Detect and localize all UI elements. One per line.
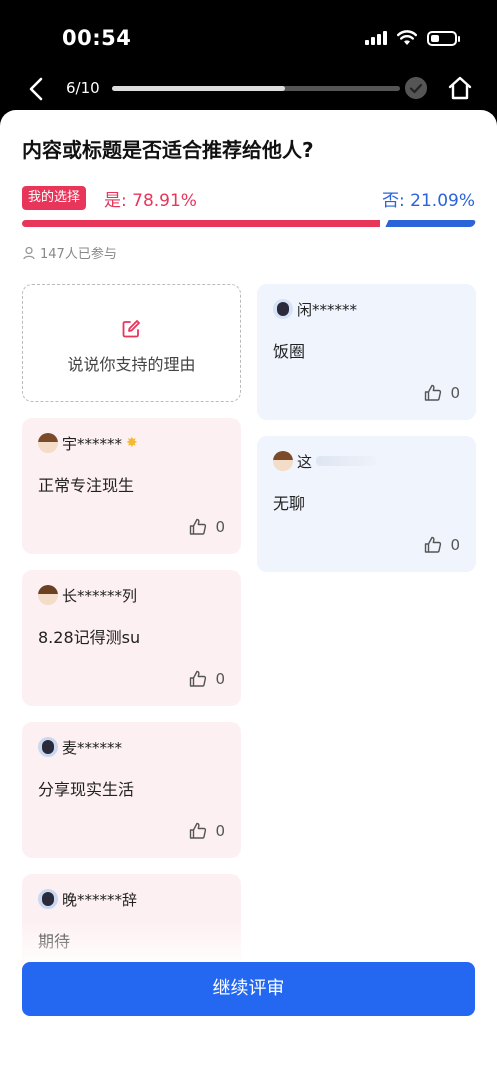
progress-bar xyxy=(112,86,400,91)
comment-card[interactable]: 这 无聊 0 xyxy=(257,436,476,572)
avatar xyxy=(273,451,293,471)
nav-bar: 6/10 xyxy=(0,70,497,110)
yes-percent: 78.91% xyxy=(132,191,197,211)
home-icon[interactable] xyxy=(446,74,474,102)
comment-user: 麦****** xyxy=(38,736,225,758)
no-percent: 21.09% xyxy=(410,191,475,211)
comment-user: 晚******辞 xyxy=(38,888,225,910)
like-count: 0 xyxy=(215,822,225,840)
comment-text: 无聊 xyxy=(273,494,306,513)
back-arrow-icon[interactable] xyxy=(22,74,52,104)
yes-result: 是: 78.91% xyxy=(104,186,197,211)
yes-label: 是: xyxy=(104,191,127,211)
like-button[interactable]: 0 xyxy=(424,536,460,554)
avatar xyxy=(273,299,293,319)
no-label: 否: xyxy=(382,191,405,211)
like-count: 0 xyxy=(450,384,460,402)
person-icon xyxy=(23,246,35,259)
comment-text: 正常专注现生 xyxy=(38,476,135,495)
check-circle-icon xyxy=(405,77,427,99)
avatar xyxy=(38,585,58,605)
vote-bar-no xyxy=(385,220,477,227)
comment-user: 长******列 xyxy=(38,584,225,606)
vote-result: 我的选择 是: 78.91% 否: 21.09% xyxy=(22,186,475,212)
thumbs-up-icon xyxy=(190,670,207,687)
vote-bar-yes xyxy=(22,220,380,227)
avatar xyxy=(38,737,58,757)
status-time: 00:54 xyxy=(62,26,132,50)
participant-count: 147人已参与 xyxy=(22,243,117,262)
wifi-icon xyxy=(397,30,417,45)
like-button[interactable]: 0 xyxy=(189,822,225,840)
like-button[interactable]: 0 xyxy=(424,384,460,402)
question-title: 内容或标题是否适合推荐给他人? xyxy=(22,138,314,162)
continue-review-button[interactable]: 继续评审 xyxy=(22,962,475,1016)
write-reason-button[interactable]: 说说你支持的理由 xyxy=(22,284,241,402)
my-choice-badge: 我的选择 xyxy=(22,186,87,210)
avatar xyxy=(38,889,58,909)
like-button[interactable]: 0 xyxy=(189,518,225,536)
status-bar: 00:54 xyxy=(0,0,497,80)
thumbs-up-icon xyxy=(190,822,207,839)
status-icons xyxy=(365,30,460,46)
review-sheet: 内容或标题是否适合推荐给他人? 我的选择 是: 78.91% 否: 21.09%… xyxy=(0,110,497,1080)
comment-user: 宇****** ✸ xyxy=(38,432,225,454)
edit-icon xyxy=(122,320,140,338)
comment-user: 这 xyxy=(273,450,460,472)
like-count: 0 xyxy=(215,518,225,536)
progress-label: 6/10 xyxy=(66,79,100,97)
thumbs-up-icon xyxy=(425,536,442,553)
like-count: 0 xyxy=(450,536,460,554)
avatar xyxy=(38,433,58,453)
battery-icon xyxy=(427,30,460,46)
comment-card[interactable]: 长******列 8.28记得测su 0 xyxy=(22,570,241,706)
reason-prompt: 说说你支持的理由 xyxy=(67,355,196,374)
comment-card[interactable]: 麦****** 分享现实生活 0 xyxy=(22,722,241,858)
comment-text: 分享现实生活 xyxy=(38,780,135,799)
cellular-signal-icon xyxy=(365,31,387,45)
comment-card[interactable]: 宇****** ✸ 正常专注现生 0 xyxy=(22,418,241,554)
progress-fill xyxy=(112,86,285,91)
comment-text: 饭圈 xyxy=(273,342,306,361)
like-count: 0 xyxy=(215,670,225,688)
blurred-username xyxy=(316,456,377,466)
comment-text: 8.28记得测su xyxy=(38,628,141,647)
comment-user: 闲****** xyxy=(273,298,460,320)
comment-card[interactable]: 闲****** 饭圈 0 xyxy=(257,284,476,420)
vote-bar xyxy=(22,220,477,227)
like-button[interactable]: 0 xyxy=(189,670,225,688)
thumbs-up-icon xyxy=(425,384,442,401)
star-badge-icon: ✸ xyxy=(126,435,138,451)
no-result: 否: 21.09% xyxy=(382,186,475,211)
thumbs-up-icon xyxy=(190,518,207,535)
